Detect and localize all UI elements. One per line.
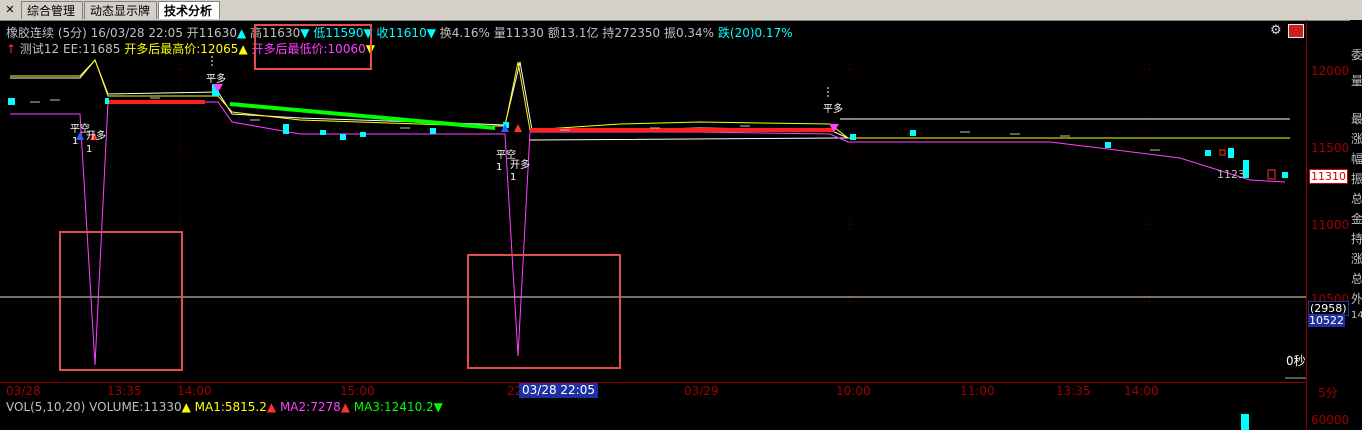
chart-canvas: [0, 56, 1306, 382]
annotation-one: 1: [510, 172, 517, 183]
countdown-label: 0秒: [1286, 354, 1306, 368]
ytick: 11500: [1311, 141, 1350, 155]
quote-header: 橡胶连续 (5分) 16/03/28 22:05 开11630▲ 高11630▼…: [6, 26, 793, 40]
volume-bar: [1241, 414, 1249, 430]
ytick: 60000: [1311, 413, 1350, 427]
annotation-kaiduo: 开多: [510, 160, 530, 171]
right-info-panel: 委 量 最 涨 幅 振 总 金 持 涨 总 外 14: [1350, 20, 1362, 430]
crosshair-price-badge: 10522: [1308, 314, 1345, 327]
annotation-one: 1: [72, 136, 79, 147]
price-axis: 12000 11500 11000 10500 60000 11310 (295…: [1306, 20, 1351, 430]
crosshair-time-badge: 03/28 22:05: [519, 383, 598, 398]
price-label: 1123: [1217, 168, 1245, 181]
time-axis: 03/28 13:35 14:00 15:00 22 03/29 10:00 1…: [0, 382, 1306, 399]
tab-overview[interactable]: 综合管理: [21, 1, 83, 19]
annotation-kaiduo: 开多: [86, 131, 106, 142]
tab-technical-analysis[interactable]: 技术分析: [158, 1, 220, 19]
close-icon[interactable]: ✕: [3, 2, 17, 17]
tab-dynamic-board[interactable]: 动态显示牌: [84, 1, 157, 19]
ytick: 11000: [1311, 218, 1350, 232]
annotation-one: 1: [496, 162, 503, 173]
volume-indicator-line: VOL(5,10,20) VOLUME:11330▲ MA1:5815.2▲ M…: [6, 400, 443, 414]
price-chart[interactable]: 橡胶连续 (5分) 16/03/28 22:05 开11630▲ 高11630▼…: [0, 20, 1306, 382]
last-price-badge: 11310: [1309, 169, 1348, 184]
annotation-pingduo: 平多: [823, 104, 843, 115]
settings-icon[interactable]: ⚙: [1270, 23, 1284, 38]
annotation-one: 1: [86, 144, 93, 155]
highlight-box-dip-2: [467, 254, 621, 369]
tab-bar: ✕ 综合管理 动态显示牌 技术分析: [0, 0, 1362, 21]
highlight-box-min-price: [254, 24, 372, 70]
timeframe-label[interactable]: 5分: [1318, 384, 1338, 401]
ytick: 12000: [1311, 64, 1350, 78]
toolbox-icon[interactable]: [1288, 24, 1304, 38]
highlight-box-dip-1: [59, 231, 183, 371]
annotation-pingduo: 平多: [206, 74, 226, 85]
